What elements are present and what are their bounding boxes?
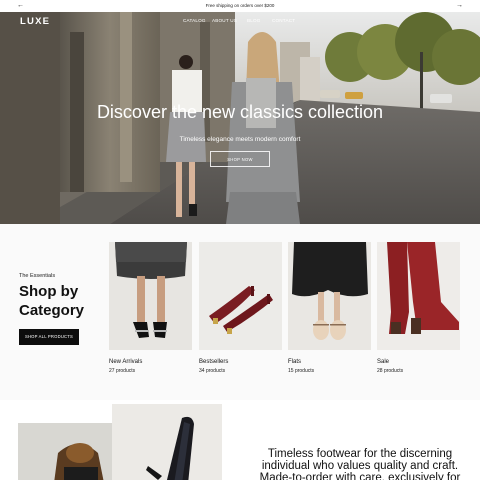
- editorial-text: Timeless footwear for the discerning ind…: [259, 448, 461, 480]
- nav-item-catalog[interactable]: CATALOG: [183, 18, 206, 24]
- category-card-sale[interactable]: Sale 28 products: [377, 242, 460, 375]
- category-image-new-arrivals[interactable]: [109, 242, 192, 350]
- category-card-flats[interactable]: Flats 15 products: [288, 242, 371, 375]
- nav-item-contact[interactable]: CONTACT: [272, 18, 295, 24]
- shop-all-products-button[interactable]: SHOP ALL PRODUCTS: [19, 329, 79, 345]
- category-title[interactable]: Bestsellers: [199, 358, 282, 366]
- editorial-section: Timeless footwear for the discerning ind…: [0, 400, 480, 480]
- nav-item-blog[interactable]: BLOG: [247, 18, 261, 24]
- shop-now-button[interactable]: SHOP NOW: [210, 151, 270, 167]
- nav-item-about-us[interactable]: ABOUT US: [212, 18, 237, 24]
- brand-logo[interactable]: LUXE: [20, 16, 50, 28]
- category-count: 34 products: [199, 368, 226, 374]
- category-title[interactable]: New Arrivals: [109, 358, 192, 366]
- hero-subtitle: Timeless elegance meets modern comfort: [179, 136, 301, 143]
- announcement-bar: ← Free shipping on orders over $200 →: [0, 0, 480, 12]
- category-title[interactable]: Flats: [288, 358, 371, 366]
- category-section: The Essentials Shop by Category SHOP ALL…: [0, 224, 480, 400]
- category-image-bestsellers[interactable]: [199, 242, 282, 350]
- editorial-image-boot: [112, 404, 222, 480]
- hero-banner: LUXE CATALOG ABOUT US BLOG CONTACT Disco…: [0, 12, 480, 224]
- category-heading: Shop by Category: [19, 283, 85, 319]
- hero-title: Discover the new classics collection: [96, 102, 384, 122]
- category-image-sale[interactable]: [377, 242, 460, 350]
- category-count: 27 products: [109, 368, 136, 374]
- category-title[interactable]: Sale: [377, 358, 460, 366]
- section-eyebrow: The Essentials: [19, 273, 56, 279]
- category-card-new-arrivals[interactable]: New Arrivals 27 products: [109, 242, 192, 375]
- category-image-flats[interactable]: [288, 242, 371, 350]
- category-card-bestsellers[interactable]: Bestsellers 34 products: [199, 242, 282, 375]
- category-count: 15 products: [288, 368, 315, 374]
- announcement-text: Free shipping on orders over $200: [205, 3, 275, 8]
- arrow-right-icon[interactable]: →: [456, 1, 463, 11]
- category-count: 28 products: [377, 368, 404, 374]
